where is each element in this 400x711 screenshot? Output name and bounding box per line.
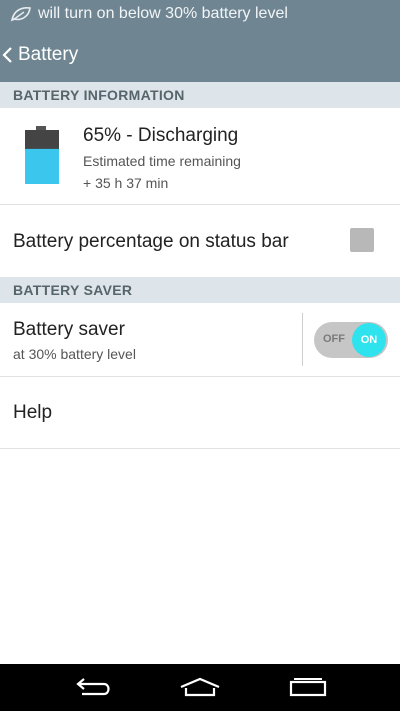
recents-icon[interactable] [287, 672, 329, 702]
back-icon[interactable] [70, 672, 114, 702]
estimate-value: + 35 h 37 min [83, 175, 169, 191]
battery-saver-sub: at 30% battery level [13, 346, 136, 362]
leaf-icon [10, 6, 32, 22]
toggle-knob[interactable]: ON [352, 323, 386, 357]
row-help[interactable]: Help [0, 377, 400, 449]
battery-status: 65% - Discharging [83, 125, 239, 146]
divider [302, 313, 303, 366]
percentage-checkbox[interactable] [350, 228, 374, 252]
battery-icon [24, 126, 60, 191]
estimate-label: Estimated time remaining [83, 153, 241, 169]
battery-saver-label: Battery saver [13, 319, 125, 340]
section-header-battery-saver: BATTERY SAVER [0, 277, 400, 303]
page-title[interactable]: Battery [18, 44, 78, 66]
home-icon[interactable] [178, 672, 222, 702]
section-header-battery-information: BATTERY INFORMATION [0, 82, 400, 108]
battery-saver-toggle[interactable]: OFF ON [314, 322, 388, 358]
status-notice: will turn on below 30% battery level [38, 5, 288, 22]
toggle-off-label: OFF [323, 333, 345, 345]
help-label: Help [13, 402, 53, 423]
chevron-left-icon[interactable] [0, 46, 14, 64]
navigation-bar [0, 664, 400, 711]
action-bar: Battery [0, 28, 400, 82]
row-label: Battery percentage on status bar [13, 231, 289, 252]
status-bar: will turn on below 30% battery level [0, 0, 400, 28]
row-battery-percentage[interactable]: Battery percentage on status bar [0, 205, 400, 278]
